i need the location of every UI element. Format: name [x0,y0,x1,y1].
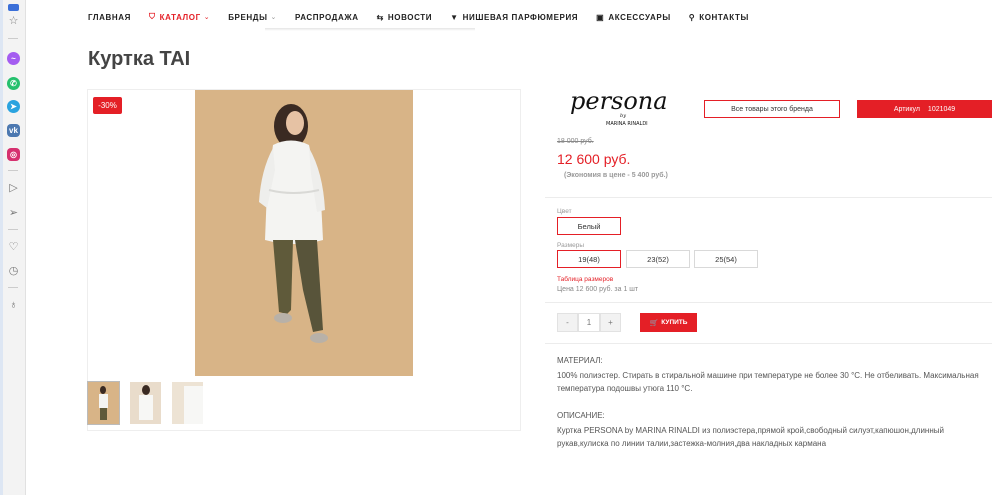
whatsapp-icon[interactable]: ✆ [7,77,20,90]
sidebar-divider [8,170,18,171]
clock-icon[interactable]: ◷ [7,264,20,277]
product-gallery: -30% [87,89,521,431]
sidebar-accent-bar [0,0,3,495]
sku-value: 1021049 [927,105,956,113]
nav-item-label: КАТАЛОГ [159,12,201,22]
nav-item-label: ГЛАВНАЯ [88,12,132,22]
divider [545,197,992,198]
chevron-down-icon: ⌄ [203,14,211,21]
brand-logo-name: persona [570,87,668,115]
messenger-icon[interactable]: ~ [7,52,20,65]
heart-icon[interactable]: ♡ [7,240,20,253]
cart-icon: 🛒 [649,319,659,327]
chevron-down-icon: ⌄ [270,14,277,21]
sidebar-divider [8,287,18,288]
star-icon[interactable]: ☆ [7,14,20,27]
nav-item-niche-perfume[interactable]: ▼ НИШЕВАЯ ПАРФЮМЕРИЯ [450,13,578,22]
nav-item-catalog[interactable]: ⛉ КАТАЛОГ ⌄ [149,12,210,22]
nav-item-accessories[interactable]: ▣ АКСЕССУАРЫ [596,13,671,22]
nav-item-sale[interactable]: РАСПРОДАЖА [295,13,359,22]
size-table-link[interactable]: Таблица размеров [557,276,613,283]
current-price: 12 600 руб. [557,151,631,167]
nav-item-brands[interactable]: БРЕНДЫ ⌄ [228,13,277,22]
nav-item-label: НИШЕВАЯ ПАРФЮМЕРИЯ [462,12,579,22]
saving-text: (Экономия в цене - 5 400 руб.) [564,172,668,179]
qty-minus-button[interactable]: - [557,313,578,332]
lightbulb-icon[interactable]: ♁ [7,298,20,311]
megaphone-icon: ⇆ [376,12,384,22]
nav-item-label: КОНТАКТЫ [699,12,749,22]
thumbnail[interactable] [172,382,203,424]
description-heading: ОПИСАНИЕ: [557,411,605,420]
sku-badge: Артикул 1021049 [857,100,992,118]
instagram-icon[interactable]: ◎ [7,148,20,161]
nav-item-label: БРЕНДЫ [228,12,268,22]
sidebar-divider [8,229,18,230]
thumbnail[interactable] [87,381,120,425]
thumbnail-strip [87,381,214,425]
brand-logo[interactable]: persona by MARINA RINALDI [566,85,684,129]
qty-plus-button[interactable]: + [600,313,621,332]
nav-item-home[interactable]: ГЛАВНАЯ [88,13,131,22]
vk-icon[interactable]: vk [7,124,20,137]
dropdown-shadow [265,28,475,31]
buy-button[interactable]: 🛒 КУПИТЬ [640,313,697,332]
divider [545,302,992,303]
filter-icon: ▼ [450,12,459,22]
unit-price: Цена 12 600 руб. за 1 шт [557,286,639,293]
size-option[interactable]: 25(54) [694,250,758,268]
nav-item-label: АКСЕССУАРЫ [608,12,671,22]
send-icon[interactable]: ➢ [7,206,20,219]
main-nav: ГЛАВНАЯ ⛉ КАТАЛОГ ⌄ БРЕНДЫ ⌄ РАСПРОДАЖА … [88,10,767,24]
brand-logo-sub: MARINA RINALDI [606,121,648,127]
page-title: Куртка TAI [88,48,191,70]
browser-sidebar: ☆ ~ ✆ ➤ vk ◎ ▷ ➢ ♡ ◷ ♁ [0,0,26,495]
map-pin-icon: ⚲ [688,12,696,22]
material-text: 100% полиэстер. Стирать в стиральной маш… [557,371,979,393]
calendar-icon: ▣ [596,12,605,22]
old-price: 18 000 руб. [557,138,594,145]
product-photo[interactable] [195,90,413,376]
color-label: Цвет [557,208,572,215]
quantity-stepper: - 1 + [557,313,621,332]
description-text: Куртка PERSONA by MARINA RINALDI из поли… [557,426,944,448]
size-option[interactable]: 19(48) [557,250,621,268]
bag-icon: ⛉ [149,12,156,21]
buy-label: КУПИТЬ [661,319,688,326]
material-heading: МАТЕРИАЛ: [557,356,603,365]
size-option[interactable]: 23(52) [626,250,690,268]
discount-badge: -30% [93,97,122,114]
brand-logo-by: by [620,113,626,119]
all-brand-products-button[interactable]: Все товары этого бренда [704,100,840,118]
nav-item-label: НОВОСТИ [387,12,433,22]
player-icon[interactable]: ▷ [7,181,20,194]
telegram-icon[interactable]: ➤ [7,100,20,113]
sizes-label: Размеры [557,242,585,249]
color-option[interactable]: Белый [557,217,621,235]
sku-label: Артикул [893,105,920,113]
qty-input[interactable]: 1 [578,313,600,332]
nav-item-news[interactable]: ⇆ НОВОСТИ [377,13,433,22]
divider [545,343,992,344]
nav-item-label: РАСПРОДАЖА [295,12,359,22]
bookmark-app-icon[interactable] [7,1,20,14]
nav-item-contacts[interactable]: ⚲ КОНТАКТЫ [689,13,749,22]
sidebar-divider [8,38,18,39]
thumbnail[interactable] [130,382,161,424]
